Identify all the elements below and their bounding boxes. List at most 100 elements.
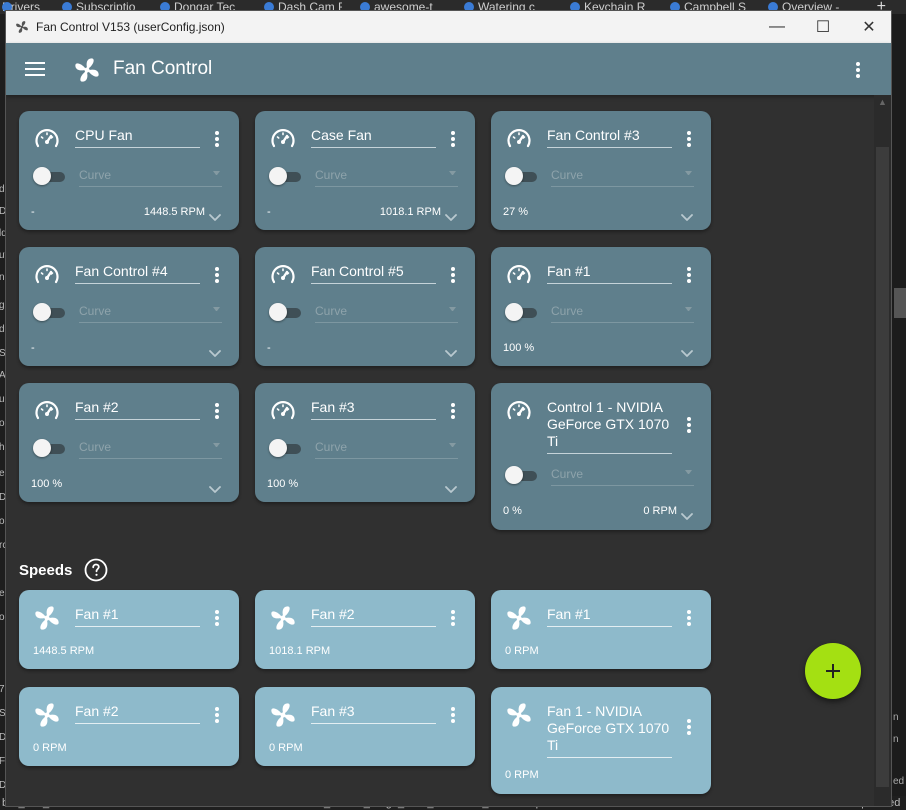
more-vertical-icon[interactable]: [687, 417, 691, 433]
more-vertical-icon[interactable]: [451, 610, 455, 626]
curve-select[interactable]: Curve: [315, 304, 458, 323]
more-vertical-icon[interactable]: [687, 610, 691, 626]
more-vertical-icon[interactable]: [215, 131, 219, 147]
chevron-down-icon: [449, 171, 456, 175]
control-rpm: 1448.5 RPM: [143, 206, 205, 218]
enable-toggle[interactable]: [33, 303, 65, 321]
app-bar: Fan Control: [6, 43, 891, 95]
expand-chevron-icon[interactable]: [445, 345, 457, 357]
window-title: Fan Control V153 (userConfig.json): [36, 20, 225, 34]
curve-select[interactable]: Curve: [79, 304, 222, 323]
curve-select[interactable]: Curve: [315, 440, 458, 459]
enable-toggle[interactable]: [269, 439, 301, 457]
gauge-icon: [505, 125, 533, 153]
more-vertical-icon[interactable]: [215, 707, 219, 723]
speed-name-field[interactable]: Fan #2: [311, 606, 436, 627]
add-button[interactable]: [805, 643, 861, 699]
control-name-field[interactable]: Fan #3: [311, 399, 436, 420]
more-vertical-icon[interactable]: [215, 267, 219, 283]
expand-chevron-icon[interactable]: [209, 209, 221, 221]
control-value: 27 %: [503, 206, 529, 218]
enable-toggle[interactable]: [505, 167, 537, 185]
control-name-field[interactable]: Fan Control #4: [75, 263, 200, 284]
enable-toggle[interactable]: [33, 167, 65, 185]
more-vertical-icon[interactable]: [451, 267, 455, 283]
control-value: 100 %: [503, 342, 535, 354]
more-vertical-icon[interactable]: [451, 707, 455, 723]
more-vertical-icon[interactable]: [215, 403, 219, 419]
app-icon: [16, 21, 28, 33]
speed-rpm: 1018.1 RPM: [269, 645, 331, 657]
curve-select[interactable]: Curve: [551, 168, 694, 187]
control-name-field[interactable]: Fan #2: [75, 399, 200, 420]
gauge-icon: [505, 261, 533, 289]
speed-rpm: 1448.5 RPM: [33, 645, 95, 657]
control-value: 100 %: [267, 478, 299, 490]
control-name-field[interactable]: Case Fan: [311, 127, 436, 148]
expand-chevron-icon[interactable]: [445, 481, 457, 493]
speed-name-field[interactable]: Fan #3: [311, 703, 436, 724]
curve-select[interactable]: Curve: [315, 168, 458, 187]
scrollbar-thumb[interactable]: [876, 147, 889, 787]
more-vertical-icon[interactable]: [856, 62, 860, 78]
chevron-down-icon: [213, 307, 220, 311]
bg-text: n: [893, 712, 899, 723]
control-name-field[interactable]: Fan Control #3: [547, 127, 672, 148]
control-card: Fan Control #3 Curve 27 %: [491, 111, 711, 230]
help-circle-icon[interactable]: [84, 558, 108, 582]
control-card: Fan Control #5 Curve -: [255, 247, 475, 366]
speed-card: Fan #1 0 RPM: [491, 590, 711, 669]
curve-select[interactable]: Curve: [79, 168, 222, 187]
enable-toggle[interactable]: [505, 303, 537, 321]
control-card: Fan Control #4 Curve -: [19, 247, 239, 366]
main-content: CPU Fan Curve - 1448.5 RPM Case Fan Curve - 101…: [6, 95, 891, 806]
scroll-up-icon[interactable]: ▲: [878, 97, 887, 107]
expand-chevron-icon[interactable]: [209, 345, 221, 357]
more-vertical-icon[interactable]: [687, 267, 691, 283]
maximize-button[interactable]: ☐: [800, 11, 846, 43]
expand-chevron-icon[interactable]: [445, 209, 457, 221]
curve-placeholder: Curve: [79, 304, 112, 318]
more-vertical-icon[interactable]: [451, 403, 455, 419]
control-name-field[interactable]: Fan #1: [547, 263, 672, 284]
vertical-scrollbar[interactable]: ▲: [874, 95, 891, 806]
title-bar[interactable]: Fan Control V153 (userConfig.json) — ☐ ✕: [6, 11, 891, 43]
curve-placeholder: Curve: [315, 440, 348, 454]
expand-chevron-icon[interactable]: [209, 481, 221, 493]
speed-name-field[interactable]: Fan 1 - NVIDIA GeForce GTX 1070 Ti: [547, 703, 672, 758]
speed-name-field[interactable]: Fan #2: [75, 703, 200, 724]
minimize-button[interactable]: —: [754, 11, 800, 43]
curve-select[interactable]: Curve: [551, 467, 694, 486]
speed-name-field[interactable]: Fan #1: [547, 606, 672, 627]
gauge-icon: [269, 261, 297, 289]
fan-icon: [505, 701, 533, 729]
enable-toggle[interactable]: [269, 167, 301, 185]
curve-select[interactable]: Curve: [79, 440, 222, 459]
chevron-down-icon: [449, 443, 456, 447]
more-vertical-icon[interactable]: [687, 719, 691, 735]
bg-text: ed: [893, 776, 905, 787]
fan-control-window: Fan Control V153 (userConfig.json) — ☐ ✕…: [5, 10, 892, 807]
close-button[interactable]: ✕: [846, 11, 891, 43]
enable-toggle[interactable]: [505, 466, 537, 484]
expand-chevron-icon[interactable]: [681, 508, 693, 520]
chevron-down-icon: [685, 307, 692, 311]
more-vertical-icon[interactable]: [215, 610, 219, 626]
control-card: Control 1 - NVIDIA GeForce GTX 1070 Ti Cu…: [491, 383, 711, 530]
control-name-field[interactable]: Fan Control #5: [311, 263, 436, 284]
enable-toggle[interactable]: [33, 439, 65, 457]
control-rpm: 0 RPM: [643, 505, 677, 517]
more-vertical-icon[interactable]: [451, 131, 455, 147]
control-name-field[interactable]: Control 1 - NVIDIA GeForce GTX 1070 Ti: [547, 399, 672, 454]
more-vertical-icon[interactable]: [687, 131, 691, 147]
expand-chevron-icon[interactable]: [681, 209, 693, 221]
curve-select[interactable]: Curve: [551, 304, 694, 323]
expand-chevron-icon[interactable]: [681, 345, 693, 357]
enable-toggle[interactable]: [269, 303, 301, 321]
hamburger-icon[interactable]: [25, 62, 45, 78]
control-card: CPU Fan Curve - 1448.5 RPM: [19, 111, 239, 230]
control-name-field[interactable]: CPU Fan: [75, 127, 200, 148]
gauge-icon: [505, 397, 533, 425]
speed-name-field[interactable]: Fan #1: [75, 606, 200, 627]
control-rpm: 1018.1 RPM: [379, 206, 441, 218]
